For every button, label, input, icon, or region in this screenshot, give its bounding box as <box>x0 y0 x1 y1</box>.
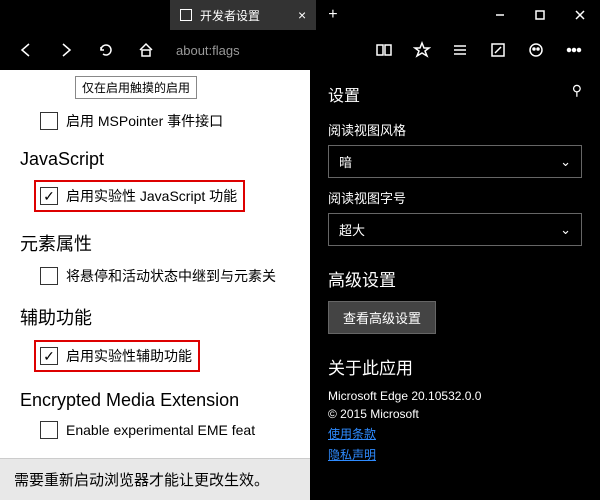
reading-style-value: 暗 <box>339 152 352 171</box>
mspointer-label: 启用 MSPointer 事件接口 <box>66 111 223 131</box>
webnote-icon[interactable] <box>480 32 516 68</box>
navbar: about:flags <box>0 30 600 70</box>
partial-option: 仅在启用触摸的启用 <box>75 76 197 99</box>
page-content: 仅在启用触摸的启用 启用 MSPointer 事件接口 JavaScript 启… <box>0 70 310 500</box>
js-experimental-label: 启用实验性 JavaScript 功能 <box>66 186 237 206</box>
browser-tab[interactable]: 开发者设置 × <box>170 0 316 30</box>
eme-heading: Encrypted Media Extension <box>20 390 290 411</box>
restart-notice: 需要重新启动浏览器才能让更改生效。 <box>0 458 310 500</box>
hub-icon[interactable] <box>442 32 478 68</box>
tab-title: 开发者设置 <box>200 7 260 24</box>
page-icon <box>180 9 192 21</box>
window-controls <box>480 0 600 30</box>
close-tab-icon[interactable]: × <box>298 7 306 23</box>
share-icon[interactable] <box>518 32 554 68</box>
chevron-down-icon: ⌄ <box>560 154 571 170</box>
reading-size-dropdown[interactable]: 超大 ⌄ <box>328 213 582 246</box>
settings-panel: 设置 ⚲ 阅读视图风格 暗 ⌄ 阅读视图字号 超大 ⌄ 高级设置 查看高级设置 … <box>310 70 600 500</box>
reading-view-icon[interactable] <box>366 32 402 68</box>
advanced-heading: 高级设置 <box>328 266 582 291</box>
about-copyright: © 2015 Microsoft <box>328 407 582 421</box>
javascript-heading: JavaScript <box>20 149 290 170</box>
about-version: Microsoft Edge 20.10532.0.0 <box>328 389 582 403</box>
home-button[interactable] <box>128 32 164 68</box>
accessibility-label: 启用实验性辅助功能 <box>66 346 192 366</box>
new-tab-button[interactable]: + <box>316 6 349 24</box>
privacy-link[interactable]: 隐私声明 <box>328 446 582 463</box>
js-experimental-checkbox[interactable] <box>40 187 58 205</box>
back-button[interactable] <box>8 32 44 68</box>
element-attributes-heading: 元素属性 <box>20 230 290 256</box>
close-window-button[interactable] <box>560 0 600 30</box>
reading-style-label: 阅读视图风格 <box>328 120 582 139</box>
titlebar: 开发者设置 × + <box>0 0 600 30</box>
reading-size-value: 超大 <box>339 220 365 239</box>
eme-label: Enable experimental EME feat <box>66 422 255 438</box>
reading-style-dropdown[interactable]: 暗 ⌄ <box>328 145 582 178</box>
accessibility-heading: 辅助功能 <box>20 304 290 330</box>
terms-link[interactable]: 使用条款 <box>328 425 582 442</box>
hover-relay-label: 将悬停和活动状态中继到与元素关 <box>66 266 276 286</box>
pin-icon[interactable]: ⚲ <box>572 82 582 99</box>
about-heading: 关于此应用 <box>328 354 582 379</box>
refresh-button[interactable] <box>88 32 124 68</box>
mspointer-checkbox[interactable] <box>40 112 58 130</box>
hover-relay-checkbox[interactable] <box>40 267 58 285</box>
maximize-button[interactable] <box>520 0 560 30</box>
chevron-down-icon: ⌄ <box>560 222 571 238</box>
reading-size-label: 阅读视图字号 <box>328 188 582 207</box>
forward-button[interactable] <box>48 32 84 68</box>
minimize-button[interactable] <box>480 0 520 30</box>
address-bar[interactable]: about:flags <box>176 43 240 58</box>
view-advanced-button[interactable]: 查看高级设置 <box>328 301 436 334</box>
accessibility-checkbox[interactable] <box>40 347 58 365</box>
more-icon[interactable] <box>556 32 592 68</box>
settings-title: 设置 <box>328 82 582 106</box>
favorite-icon[interactable] <box>404 32 440 68</box>
eme-checkbox[interactable] <box>40 421 58 439</box>
